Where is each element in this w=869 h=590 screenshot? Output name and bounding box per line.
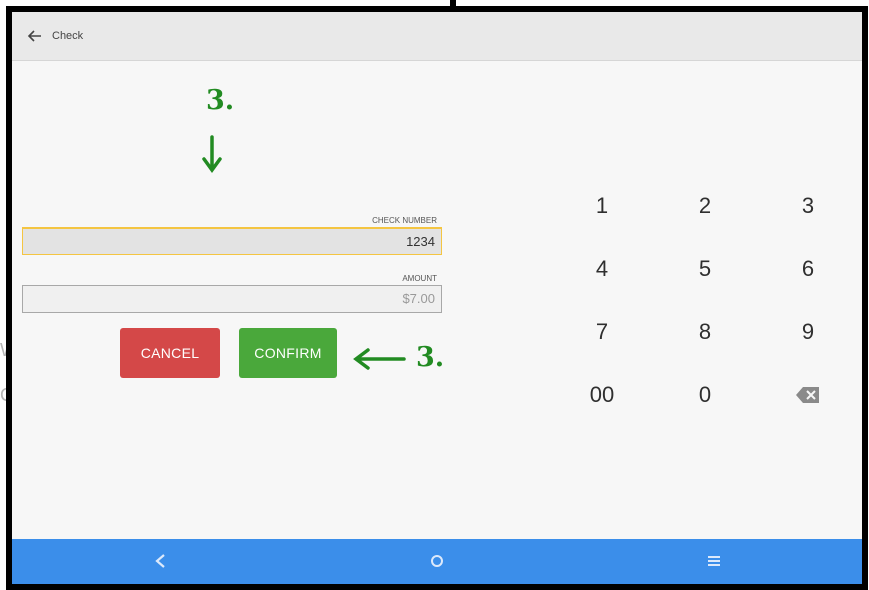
key-8[interactable]: 8 <box>675 312 735 352</box>
amount-label: AMOUNT <box>402 274 437 283</box>
backspace-icon <box>796 387 819 403</box>
home-nav-icon[interactable] <box>428 552 446 570</box>
key-4[interactable]: 4 <box>572 249 632 289</box>
key-3[interactable]: 3 <box>778 186 838 226</box>
key-7[interactable]: 7 <box>572 312 632 352</box>
key-0[interactable]: 0 <box>675 375 735 415</box>
key-6[interactable]: 6 <box>778 249 838 289</box>
cancel-button[interactable]: CANCEL <box>120 328 220 378</box>
check-number-input[interactable]: 1234 <box>22 227 442 255</box>
arrow-down-icon <box>202 135 222 173</box>
menu-nav-icon[interactable] <box>705 552 723 570</box>
app-screenshot-frame: Check 3. CHECK NUMBER 1234 AMOUNT $7.00 … <box>6 6 868 590</box>
arrow-left-icon[interactable] <box>26 27 44 45</box>
step-annotation-top: 3. <box>206 85 235 116</box>
amount-input[interactable]: $7.00 <box>22 285 442 313</box>
numeric-keypad: 1 2 3 4 5 6 7 8 9 00 0 <box>572 186 862 446</box>
key-1[interactable]: 1 <box>572 186 632 226</box>
check-number-label: CHECK NUMBER <box>372 216 437 225</box>
key-00[interactable]: 00 <box>572 375 632 415</box>
step-annotation-side: 3. <box>416 342 445 373</box>
key-2[interactable]: 2 <box>675 186 735 226</box>
key-9[interactable]: 9 <box>778 312 838 352</box>
title-bar: Check <box>12 12 862 61</box>
window-title: Check <box>52 30 84 42</box>
check-entry-screen: 3. CHECK NUMBER 1234 AMOUNT $7.00 CANCEL… <box>12 61 862 539</box>
backspace-key[interactable] <box>778 375 838 415</box>
key-5[interactable]: 5 <box>675 249 735 289</box>
android-navigation-bar <box>12 539 862 584</box>
arrow-left-annotation-icon <box>353 348 406 370</box>
back-nav-icon[interactable] <box>152 552 170 570</box>
confirm-button[interactable]: CONFIRM <box>239 328 337 378</box>
